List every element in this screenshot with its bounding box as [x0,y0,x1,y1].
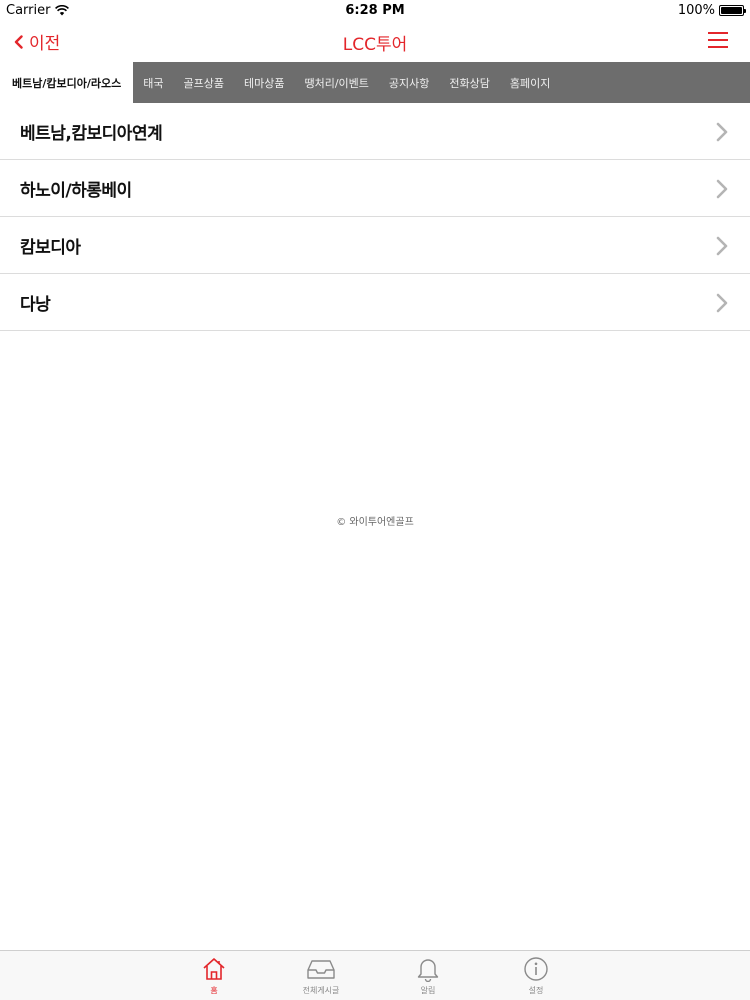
bottom-tab-all-posts[interactable]: 전체게시글 [281,955,361,996]
battery-indicator: 100% [677,3,746,18]
bottom-tab-alerts[interactable]: 알림 [388,955,468,996]
chevron-right-icon [716,179,728,199]
tab-golf-products[interactable]: 골프상품 [173,62,233,103]
category-list: 베트남,캄보디아연계 하노이/하롱베이 캄보디아 다낭 [0,103,750,331]
list-item[interactable]: 캄보디아 [0,217,750,274]
status-bar: Carrier 6:28 PM 100% [0,0,750,20]
bottom-tab-label: 홈 [210,986,218,995]
page-title: LCC투어 [342,35,408,55]
navigation-bar: 이전 LCC투어 [0,20,750,62]
category-tab-bar: 베트남/캄보디아/라오스 태국 골프상품 테마상품 땡처리/이벤트 공지사항 전… [0,62,750,103]
list-item[interactable]: 베트남,캄보디아연계 [0,103,750,160]
list-item[interactable]: 하노이/하롱베이 [0,160,750,217]
list-item-label: 하노이/하롱베이 [20,180,132,201]
bottom-tab-label: 설정 [528,986,544,995]
bottom-tab-label: 알림 [420,986,436,995]
info-icon [524,957,548,981]
list-item[interactable]: 다낭 [0,274,750,331]
list-item-label: 다낭 [20,294,51,315]
chevron-right-icon [716,122,728,142]
battery-icon [719,5,746,16]
bottom-tab-label: 전체게시글 [302,986,340,995]
list-item-label: 캄보디아 [20,237,81,258]
tab-thailand[interactable]: 태국 [133,62,173,103]
tab-notices[interactable]: 공지사항 [379,62,439,103]
copyright-text: © 와이투어엔골프 [336,517,414,528]
bottom-tab-bar: 홈 전체게시글 알림 설정 [0,950,750,1000]
status-time: 6:28 PM [345,3,405,18]
bottom-tab-settings[interactable]: 설정 [496,955,576,996]
bottom-tab-home[interactable]: 홈 [174,955,254,996]
tab-vietnam-cambodia-laos[interactable]: 베트남/캄보디아/라오스 [0,62,134,103]
hamburger-menu-icon[interactable] [708,32,728,50]
chevron-right-icon [716,236,728,256]
battery-percent: 100% [677,3,715,18]
bell-icon [417,959,439,982]
inbox-icon [307,960,335,979]
list-item-label: 베트남,캄보디아연계 [20,123,163,144]
chevron-right-icon [716,293,728,313]
home-icon [203,958,225,980]
tab-homepage[interactable]: 홈페이지 [500,62,560,103]
tab-theme-products[interactable]: 테마상품 [234,62,294,103]
tab-phone-consult[interactable]: 전화상담 [439,62,499,103]
tab-lastminute-events[interactable]: 땡처리/이벤트 [294,62,378,103]
